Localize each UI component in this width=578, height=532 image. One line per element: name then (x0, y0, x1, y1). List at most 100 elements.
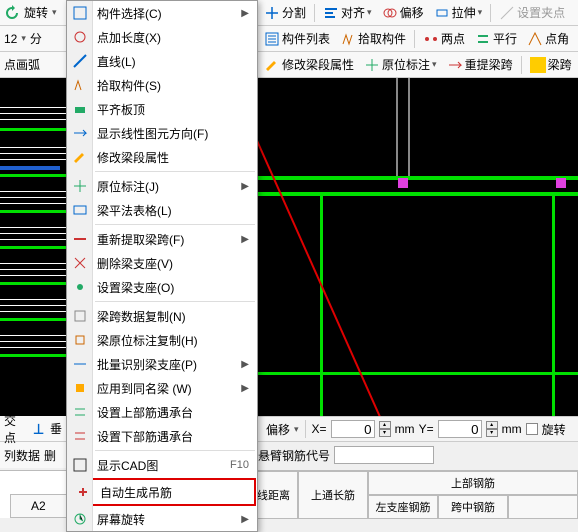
menu-icon (72, 279, 88, 295)
menu-item-20[interactable]: 设置下部筋遇承台 (67, 424, 257, 448)
rebar-label-row: 悬臂钢筋代号 (258, 446, 434, 464)
perp-icon[interactable] (31, 421, 46, 437)
menu-item-19[interactable]: 设置上部筋遇承台 (67, 400, 257, 424)
menu-item-15[interactable]: 梁跨数据复制(N) (67, 304, 257, 328)
menu-label: 应用到同名梁 (W) (97, 380, 241, 397)
chui-label[interactable]: 垂 (50, 420, 62, 437)
menu-icon (72, 457, 88, 473)
lieshuju-label[interactable]: 列数据 (4, 447, 40, 464)
split-button[interactable]: 分割 (260, 2, 310, 23)
th-midspan[interactable]: 跨中钢筋 (438, 495, 508, 519)
menu-icon (72, 77, 88, 93)
submenu-arrow-icon: ▶ (241, 514, 249, 525)
rebeamspan-button[interactable]: 重提梁跨 (443, 54, 517, 75)
jiaodian-label[interactable]: 交点 (4, 412, 27, 446)
shortcut-label: F10 (230, 459, 249, 471)
menu-label: 设置梁支座(O) (97, 279, 249, 296)
menu-label: 梁原位标注复制(H) (97, 332, 249, 349)
menu-item-5[interactable]: 显示线性图元方向(F) (67, 121, 257, 145)
x-spinner[interactable]: ▴▾ (379, 421, 391, 437)
rotate-label[interactable]: 旋转 (24, 4, 48, 21)
mm-label-1: mm (395, 422, 415, 436)
y-spinner[interactable]: ▴▾ (486, 421, 498, 437)
x-input[interactable] (331, 420, 375, 438)
th-topsteel[interactable]: 上部钢筋 (368, 471, 578, 495)
modifybeam-button[interactable]: 修改梁段属性 (260, 54, 358, 75)
offset-button[interactable]: 偏移 (378, 2, 428, 23)
menu-item-2[interactable]: 直线(L) (67, 49, 257, 73)
offset-label[interactable]: 偏移 (266, 421, 290, 438)
menu-item-16[interactable]: 梁原位标注复制(H) (67, 328, 257, 352)
pointarc-label[interactable]: 点画弧 (4, 56, 40, 73)
menu-icon (72, 53, 88, 69)
submenu-arrow-icon: ▶ (241, 234, 249, 245)
menu-icon (72, 255, 88, 271)
rebar-input[interactable] (334, 446, 434, 464)
menu-label: 批量识别梁支座(P) (97, 356, 241, 373)
menu-icon (72, 149, 88, 165)
shan-label[interactable]: 删 (44, 447, 56, 464)
menu-label: 点加长度(X) (97, 29, 249, 46)
num-label: 12 (4, 32, 17, 46)
menu-item-4[interactable]: 平齐板顶 (67, 97, 257, 121)
a2-cell[interactable]: A2 (10, 494, 67, 518)
menu-icon (72, 202, 88, 218)
submenu-arrow-icon: ▶ (241, 359, 249, 370)
menu-icon (75, 484, 91, 500)
toolbar-row-2: 构件列表 拾取构件 两点 平行 点角 (258, 26, 578, 52)
menu-icon (72, 101, 88, 117)
pickcomp-button[interactable]: 拾取构件 (336, 28, 410, 49)
align-button[interactable]: 对齐▾ (319, 2, 376, 23)
setgrip-button[interactable]: 设置夹点 (495, 2, 569, 23)
menu-item-3[interactable]: 拾取构件(S) (67, 73, 257, 97)
origlabel-button[interactable]: 原位标注▾ (360, 54, 441, 75)
menu-label: 平齐板顶 (97, 101, 249, 118)
menu-item-13[interactable]: 设置梁支座(O) (67, 275, 257, 299)
dropdown-icon: ▾ (52, 7, 57, 18)
fen-label[interactable]: 分 (30, 30, 42, 47)
menu-item-24[interactable]: 屏幕旋转▶ (67, 507, 257, 531)
menu-item-11[interactable]: 重新提取梁跨(F)▶ (67, 227, 257, 251)
th-leftsup[interactable]: 左支座钢筋 (368, 495, 438, 519)
toolbar-row-1: 分割 对齐▾ 偏移 拉伸▾ 设置夹点 (258, 0, 578, 26)
menu-icon (72, 356, 88, 372)
submenu-arrow-icon: ▶ (241, 383, 249, 394)
menu-label: 直线(L) (97, 53, 249, 70)
th-toplong[interactable]: 上通长筋 (298, 471, 368, 519)
menu-label: 自动生成吊筋 (100, 484, 246, 501)
toolbar-row-3: 修改梁段属性 原位标注▾ 重提梁跨 梁跨 (258, 52, 578, 78)
rotate-label: 旋转 (542, 421, 566, 438)
menu-icon (72, 5, 88, 21)
x-label: X= (312, 422, 327, 436)
pointangle-button[interactable]: 点角 (523, 28, 573, 49)
context-menu: 构件选择(C)▶ 点加长度(X) 直线(L) 拾取构件(S) 平齐板顶显示线性图元方向(… (66, 0, 258, 532)
menu-label: 显示CAD图 (97, 457, 230, 474)
th-extra[interactable] (508, 495, 578, 519)
menu-item-9[interactable]: 梁平法表格(L) (67, 198, 257, 222)
y-input[interactable] (438, 420, 482, 438)
menu-item-8[interactable]: 原位标注(J)▶ (67, 174, 257, 198)
rotate-checkbox[interactable] (526, 423, 538, 435)
menu-label: 修改梁段属性 (97, 149, 249, 166)
menu-icon (72, 308, 88, 324)
stretch-button[interactable]: 拉伸▾ (430, 2, 487, 23)
complist-button[interactable]: 构件列表 (260, 28, 334, 49)
parallel-button[interactable]: 平行 (471, 28, 521, 49)
menu-item-0[interactable]: 构件选择(C)▶ (67, 1, 257, 25)
menu-label: 重新提取梁跨(F) (97, 231, 241, 248)
menu-item-22[interactable]: 显示CAD图F10 (67, 453, 257, 477)
menu-icon (72, 29, 88, 45)
menu-item-23[interactable]: 自动生成吊筋 (70, 480, 254, 504)
menu-label: 设置上部筋遇承台 (97, 404, 249, 421)
menu-icon (72, 231, 88, 247)
menu-item-18[interactable]: 应用到同名梁 (W)▶ (67, 376, 257, 400)
twopoint-button[interactable]: 两点 (419, 28, 469, 49)
menu-item-12[interactable]: 删除梁支座(V) (67, 251, 257, 275)
rotate-icon (4, 5, 20, 21)
menu-item-1[interactable]: 点加长度(X) (67, 25, 257, 49)
beamspan-button[interactable]: 梁跨 (526, 54, 576, 75)
menu-label: 设置下部筋遇承台 (97, 428, 249, 445)
menu-icon (72, 332, 88, 348)
menu-item-6[interactable]: 修改梁段属性 (67, 145, 257, 169)
menu-item-17[interactable]: 批量识别梁支座(P)▶ (67, 352, 257, 376)
